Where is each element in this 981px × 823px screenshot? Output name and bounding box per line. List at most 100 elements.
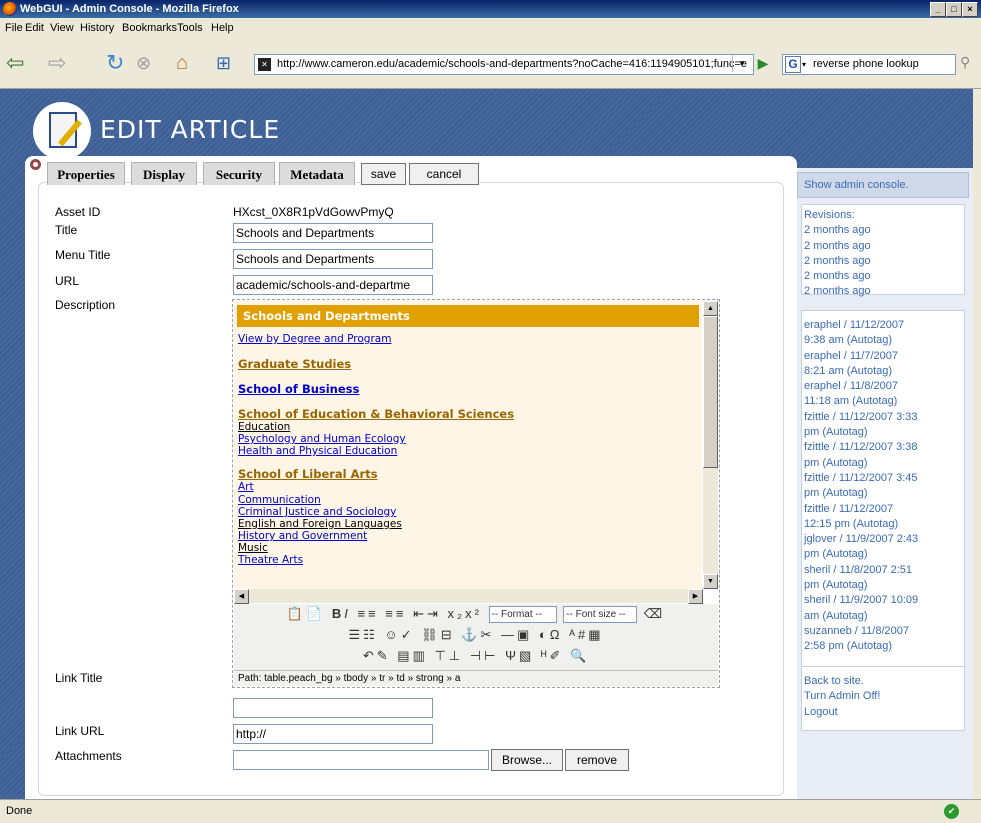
minimize-button[interactable]: _: [930, 2, 946, 17]
outdent-icon[interactable]: ⇤: [413, 606, 427, 621]
history-item[interactable]: fzittle / 11/12/2007 3:33: [804, 410, 964, 425]
turn-admin-off-link[interactable]: Turn Admin Off!: [804, 689, 964, 704]
close-button[interactable]: ×: [962, 2, 978, 17]
attachments-file-field[interactable]: [233, 750, 489, 770]
link-title-field[interactable]: [233, 698, 433, 718]
history-item[interactable]: fzittle / 11/12/2007: [804, 502, 964, 517]
revision-link[interactable]: 2 months ago: [804, 239, 964, 254]
menu-history[interactable]: History: [80, 22, 114, 34]
bullet-list-icon[interactable]: ☰: [348, 627, 363, 642]
list-item[interactable]: Health and Physical Education: [238, 445, 397, 457]
edit-icon[interactable]: ✎: [377, 648, 391, 663]
numbered-list-icon[interactable]: ☷: [363, 627, 378, 642]
unlink-icon[interactable]: ⊟: [441, 627, 455, 642]
history-item[interactable]: pm (Autotag): [804, 486, 964, 501]
liberal-arts-link[interactable]: School of Liberal Arts: [238, 467, 378, 481]
back-arrow-icon[interactable]: ⇦: [6, 52, 24, 74]
search-magnifier-icon[interactable]: ⚲: [960, 54, 970, 71]
align-left-icon[interactable]: ≡: [357, 606, 368, 621]
row-after-icon[interactable]: ⊥: [449, 648, 463, 663]
forward-arrow-icon[interactable]: ⇨: [48, 52, 66, 74]
history-item[interactable]: pm (Autotag): [804, 578, 964, 593]
title-field[interactable]: Schools and Departments: [233, 223, 433, 243]
align-center-icon[interactable]: ≡: [368, 606, 379, 621]
history-item[interactable]: pm (Autotag): [804, 456, 964, 471]
font-size-select[interactable]: -- Font size --: [563, 606, 638, 624]
paste-icon[interactable]: 📋: [287, 606, 306, 621]
bold-icon[interactable]: B: [332, 606, 344, 621]
business-link[interactable]: School of Business: [238, 382, 359, 396]
horizontal-rule-icon[interactable]: ―: [501, 627, 517, 642]
show-admin-console-link[interactable]: Show admin console.: [797, 172, 969, 198]
history-item[interactable]: pm (Autotag): [804, 547, 964, 562]
history-item[interactable]: jglover / 11/9/2007 2:43: [804, 532, 964, 547]
bookmark-add-icon[interactable]: ⊞: [216, 52, 231, 74]
list-item[interactable]: English and Foreign Languages: [238, 518, 402, 530]
history-item[interactable]: suzanneb / 11/8/2007: [804, 624, 964, 639]
history-item[interactable]: eraphel / 11/12/2007: [804, 318, 964, 333]
google-search-engine-icon[interactable]: G: [785, 56, 801, 73]
degree-program-link[interactable]: View by Degree and Program: [238, 333, 391, 345]
editor-content[interactable]: Schools and Departments View by Degree a…: [234, 301, 702, 589]
list-item[interactable]: Theatre Arts: [238, 554, 303, 566]
menu-help[interactable]: Help: [211, 22, 234, 34]
history-item[interactable]: 11:18 am (Autotag): [804, 394, 964, 409]
list-item[interactable]: Music: [238, 542, 268, 554]
scroll-left-icon[interactable]: ◀: [234, 589, 249, 604]
list-item[interactable]: Education: [238, 421, 290, 433]
reload-icon[interactable]: ↻: [106, 52, 124, 74]
education-school-link[interactable]: School of Education & Behavioral Science…: [238, 407, 514, 421]
undo-icon[interactable]: ↶: [363, 648, 377, 663]
scroll-down-icon[interactable]: ▼: [703, 574, 718, 589]
link-url-field[interactable]: http://: [233, 724, 433, 744]
menu-title-field[interactable]: Schools and Departments: [233, 249, 433, 269]
logout-link[interactable]: Logout: [804, 705, 964, 720]
clean-icon[interactable]: ✂: [480, 627, 494, 642]
go-arrow-icon[interactable]: ▶: [754, 54, 772, 73]
stop-icon[interactable]: ⊗: [136, 52, 151, 74]
split-icon[interactable]: Ψ: [505, 648, 519, 663]
list-item[interactable]: Psychology and Human Ecology: [238, 433, 406, 445]
cancel-button[interactable]: cancel: [409, 163, 479, 185]
back-to-site-link[interactable]: Back to site.: [804, 674, 964, 689]
history-item[interactable]: sheril / 11/9/2007 10:09: [804, 593, 964, 608]
url-dropdown-icon[interactable]: ▼: [732, 55, 751, 72]
remove-button[interactable]: remove: [565, 749, 629, 771]
emoticon-icon[interactable]: ☺: [384, 627, 400, 642]
image-icon[interactable]: ▣: [517, 627, 532, 642]
history-item[interactable]: eraphel / 11/7/2007: [804, 349, 964, 364]
list-item[interactable]: Criminal Justice and Sociology: [238, 506, 396, 518]
merge-icon[interactable]: ▧: [519, 648, 534, 663]
url-field[interactable]: academic/schools-and-departme: [233, 275, 433, 295]
editor-vertical-scrollbar[interactable]: ▲ ▼: [703, 301, 718, 589]
history-item[interactable]: fzittle / 11/12/2007 3:45: [804, 471, 964, 486]
subscript-icon[interactable]: x₂: [448, 606, 466, 621]
revision-link[interactable]: 2 months ago: [804, 254, 964, 269]
italic-icon[interactable]: I: [344, 606, 351, 621]
browse-button[interactable]: Browse...: [491, 749, 563, 771]
history-item[interactable]: sheril / 11/8/2007 2:51: [804, 563, 964, 578]
indent-icon[interactable]: ⇥: [427, 606, 441, 621]
revision-link[interactable]: 2 months ago: [804, 284, 964, 299]
superscript-icon[interactable]: x²: [465, 606, 482, 621]
menu-tools[interactable]: Tools: [177, 22, 203, 34]
table-icon[interactable]: ▦: [588, 627, 603, 642]
menu-view[interactable]: View: [50, 22, 74, 34]
eraser-icon[interactable]: ⌫: [644, 606, 665, 621]
graduate-studies-link[interactable]: Graduate Studies: [238, 357, 351, 371]
media-icon[interactable]: ◐: [539, 627, 550, 642]
editor-horizontal-scrollbar[interactable]: ◀ ▶: [234, 589, 703, 604]
tab-display[interactable]: Display: [131, 162, 197, 185]
list-item[interactable]: Communication: [238, 494, 321, 506]
table-cell-icon[interactable]: ▥: [413, 648, 428, 663]
row-before-icon[interactable]: ⊤: [435, 648, 449, 663]
spellcheck-icon[interactable]: ✓: [401, 627, 415, 642]
col-before-icon[interactable]: ⊢: [484, 648, 498, 663]
search-input[interactable]: G ▾ reverse phone lookup: [782, 54, 956, 75]
paint-icon[interactable]: ✐: [549, 648, 563, 663]
tab-metadata[interactable]: Metadata: [279, 162, 355, 185]
delete-row-icon[interactable]: ⊣: [470, 648, 484, 663]
history-item[interactable]: 8:21 am (Autotag): [804, 364, 964, 379]
history-item[interactable]: eraphel / 11/8/2007: [804, 379, 964, 394]
special-char-icon[interactable]: Ω: [550, 627, 563, 642]
